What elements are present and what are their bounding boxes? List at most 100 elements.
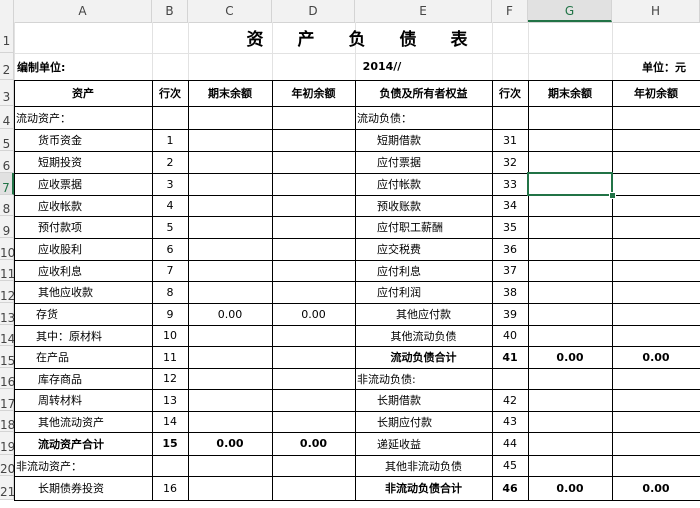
cell-b14[interactable]: 10 (152, 325, 188, 346)
cell-b6[interactable]: 2 (152, 151, 188, 173)
cell-c5[interactable] (188, 129, 272, 151)
column-header-b[interactable]: B (152, 0, 188, 22)
cell-e11[interactable]: 应付利息 (377, 260, 492, 281)
cell-g10[interactable] (528, 238, 612, 260)
cell-h5[interactable] (612, 129, 700, 151)
column-header-a[interactable]: A (14, 0, 152, 22)
row-header-20[interactable]: 20 (0, 455, 15, 476)
cell-e6[interactable]: 应付票据 (377, 151, 492, 173)
cell-c19[interactable]: 0.00 (188, 432, 272, 455)
cell-a14[interactable]: 其中：原材料 (36, 325, 152, 346)
cell-c8[interactable] (188, 195, 272, 216)
cell-g15[interactable]: 0.00 (528, 346, 612, 368)
cell-g14[interactable] (528, 325, 612, 346)
cell-a6[interactable]: 短期投资 (38, 151, 152, 173)
cell-e5[interactable]: 短期借款 (377, 129, 492, 151)
cell-g18[interactable] (528, 411, 612, 432)
row-header-10[interactable]: 10 (0, 238, 15, 260)
cell-g9[interactable] (528, 216, 612, 238)
cell-a16[interactable]: 库存商品 (38, 368, 152, 389)
cell-g20[interactable] (528, 455, 612, 476)
column-header-f[interactable]: F (492, 0, 528, 22)
cell-g13[interactable] (528, 303, 612, 325)
cell-h14[interactable] (612, 325, 700, 346)
cell-e8[interactable]: 预收账款 (377, 195, 492, 216)
cell-f16[interactable] (492, 368, 528, 389)
row-header-5[interactable]: 5 (0, 129, 14, 151)
cell-g5[interactable] (528, 129, 612, 151)
cell-b9[interactable]: 5 (152, 216, 188, 238)
cell-c20[interactable] (188, 455, 272, 476)
cell-d17[interactable] (272, 389, 355, 411)
cell-f7[interactable]: 33 (492, 173, 528, 195)
cell-b16[interactable]: 12 (152, 368, 188, 389)
cell-h18[interactable] (612, 411, 700, 432)
cell-b7[interactable]: 3 (152, 173, 188, 195)
cell-h15[interactable]: 0.00 (612, 346, 700, 368)
cell-h7[interactable] (612, 173, 700, 195)
cell-g6[interactable] (528, 151, 612, 173)
cell-b13[interactable]: 9 (152, 303, 188, 325)
column-header-c[interactable]: C (188, 0, 272, 22)
cell-h19[interactable] (612, 432, 700, 455)
cell-h9[interactable] (612, 216, 700, 238)
cell-f17[interactable]: 42 (492, 389, 528, 411)
cell-b10[interactable]: 6 (152, 238, 188, 260)
cell-a21[interactable]: 长期债券投资 (38, 476, 152, 500)
row-header-9[interactable]: 9 (0, 216, 14, 238)
cell-d5[interactable] (272, 129, 355, 151)
unit-label[interactable]: 单位：元 (528, 53, 686, 80)
cell-h4[interactable] (612, 106, 700, 129)
cell-b11[interactable]: 7 (152, 260, 188, 281)
row-header-19[interactable]: 19 (0, 432, 15, 455)
cell-h13[interactable] (612, 303, 700, 325)
cell-b4[interactable] (152, 106, 188, 129)
cell-a20[interactable]: 非流动资产： (16, 455, 152, 476)
cell-b20[interactable] (152, 455, 188, 476)
cell-b21[interactable]: 16 (152, 476, 188, 500)
cell-g4[interactable] (528, 106, 612, 129)
row-header-8[interactable]: 8 (0, 195, 14, 216)
row-header-14[interactable]: 14 (0, 325, 15, 346)
cell-c14[interactable] (188, 325, 272, 346)
company-label[interactable]: 编制单位: (17, 53, 217, 80)
cell-c21[interactable] (188, 476, 272, 500)
cell-a17[interactable]: 周转材料 (38, 389, 152, 411)
cell-h21[interactable]: 0.00 (612, 476, 700, 500)
cell-c10[interactable] (188, 238, 272, 260)
selected-cell[interactable] (527, 172, 613, 196)
cell-d18[interactable] (272, 411, 355, 432)
cell-e7[interactable]: 应付帐款 (377, 173, 492, 195)
row-header-15[interactable]: 15 (0, 346, 15, 368)
cell-h16[interactable] (612, 368, 700, 389)
cell-f8[interactable]: 34 (492, 195, 528, 216)
cell-d16[interactable] (272, 368, 355, 389)
cell-e12[interactable]: 应付利润 (377, 281, 492, 303)
row-header-6[interactable]: 6 (0, 151, 14, 173)
cell-e18[interactable]: 长期应付款 (377, 411, 492, 432)
cell-f14[interactable]: 40 (492, 325, 528, 346)
cell-f15[interactable]: 41 (492, 346, 528, 368)
cell-b8[interactable]: 4 (152, 195, 188, 216)
header-cell[interactable]: 期末余额 (188, 80, 272, 106)
cell-d7[interactable] (272, 173, 355, 195)
cell-a13[interactable]: 存货 (36, 303, 152, 325)
cell-a12[interactable]: 其他应收款 (38, 281, 152, 303)
cell-d12[interactable] (272, 281, 355, 303)
cell-c9[interactable] (188, 216, 272, 238)
cell-a4[interactable]: 流动资产： (16, 106, 152, 129)
row-header-17[interactable]: 17 (0, 389, 15, 411)
cell-f12[interactable]: 38 (492, 281, 528, 303)
cell-e17[interactable]: 长期借款 (377, 389, 492, 411)
cell-f6[interactable]: 32 (492, 151, 528, 173)
cell-g11[interactable] (528, 260, 612, 281)
cell-g8[interactable] (528, 195, 612, 216)
header-cell[interactable]: 资产 (14, 80, 152, 106)
cell-d14[interactable] (272, 325, 355, 346)
cell-d10[interactable] (272, 238, 355, 260)
row-header-13[interactable]: 13 (0, 303, 15, 325)
cell-e21[interactable]: 非流动负债合计 (355, 476, 492, 500)
cell-f20[interactable]: 45 (492, 455, 528, 476)
cell-e14[interactable]: 其他流动负债 (355, 325, 492, 346)
cell-b17[interactable]: 13 (152, 389, 188, 411)
